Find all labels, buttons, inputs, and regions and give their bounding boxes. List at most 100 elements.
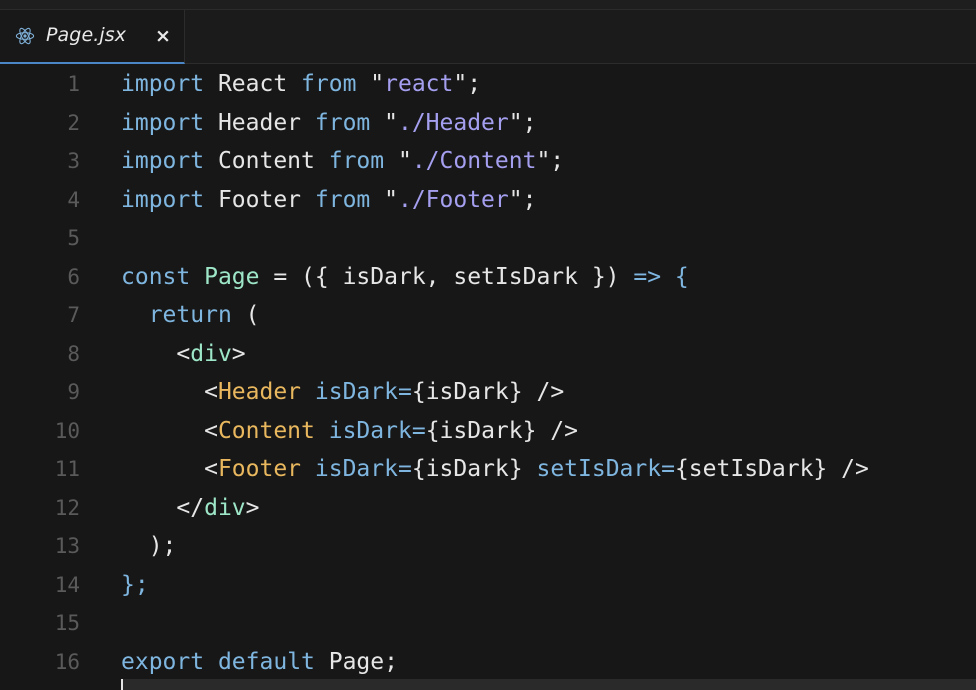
code-line[interactable]: 10 <Content isDark={isDark} /> (0, 412, 976, 450)
code-line[interactable]: 2 import Header from "./Header"; (0, 104, 976, 142)
code-token: "; (508, 186, 537, 213)
code-token: Header (204, 109, 315, 136)
code-token: " (384, 148, 412, 174)
code-token: Header (217, 379, 302, 405)
code-line[interactable]: 11 <Footer isDark={isDark} setIsDark={se… (0, 450, 976, 488)
code-token: "; (536, 148, 565, 174)
code-token: import (121, 186, 205, 213)
code-text: export default Page; (121, 643, 398, 681)
line-number: 13 (54, 534, 80, 558)
code-token: </ (121, 494, 205, 521)
code-text: import Content from "./Content"; (121, 142, 564, 180)
code-line[interactable]: 13 ); (0, 527, 976, 565)
code-token: > (231, 340, 246, 367)
code-token: = (397, 379, 412, 405)
code-token: "; (453, 71, 482, 97)
code-line[interactable]: 17 (0, 681, 976, 690)
code-text: }; (121, 566, 149, 604)
code-token: import (121, 148, 205, 174)
code-token: {isDark} (411, 456, 537, 482)
code-token: " (370, 186, 398, 213)
line-number: 16 (54, 649, 80, 674)
code-token: Content (217, 417, 315, 444)
code-line[interactable]: 5 (0, 219, 976, 257)
code-token: = (411, 417, 426, 444)
code-token: < (121, 417, 218, 444)
code-token: div (204, 494, 246, 521)
code-token: "; (508, 109, 537, 136)
line-number: 7 (67, 303, 80, 327)
code-line[interactable]: 7 return ( (0, 296, 976, 334)
code-line[interactable]: 15 (0, 604, 976, 642)
code-text: import Footer from "./Footer"; (121, 181, 536, 219)
code-token: div (190, 340, 232, 367)
code-token: ./Content (411, 148, 537, 174)
code-token: isDark (314, 379, 398, 405)
code-editor: Page.jsx × 1 import React from "react"; 2 i… (0, 0, 976, 690)
code-line[interactable]: 6 const Page = ({ isDark, setIsDark }) =>… (0, 258, 976, 296)
code-token: < (121, 456, 218, 482)
code-token: Footer (204, 186, 315, 213)
code-token: => { (633, 263, 689, 290)
react-icon (15, 26, 35, 46)
code-token: < (121, 340, 191, 367)
code-token: < (121, 379, 218, 405)
tab-label: Page.jsx (46, 24, 127, 46)
code-text: ); (121, 527, 177, 565)
code-text: </div> (121, 489, 260, 527)
code-line[interactable]: 14}; (0, 566, 976, 604)
line-number: 14 (54, 572, 80, 597)
code-token: ./Footer (397, 186, 509, 213)
code-text: <Content isDark={isDark} /> (121, 412, 578, 450)
tab-page-jsx[interactable]: Page.jsx × (0, 10, 185, 64)
tab-bar: Page.jsx × (0, 10, 976, 64)
code-token: ./Header (397, 109, 509, 136)
code-area[interactable]: 1 import React from "react"; 2 import Heade… (0, 65, 976, 690)
code-token: const (121, 263, 191, 290)
code-token: from (314, 109, 371, 136)
code-token: import (121, 71, 205, 97)
line-number: 17 (0, 681, 80, 690)
code-line[interactable]: 8 <div> (0, 335, 976, 373)
code-token: isDark (314, 456, 398, 482)
code-token: {isDark} /> (425, 417, 579, 444)
code-token: Page (204, 263, 260, 290)
code-token: import (121, 109, 205, 136)
code-token: Content (204, 148, 329, 174)
code-token: = ({ isDark, setIsDark }) (259, 263, 634, 290)
code-text: import React from "react"; (121, 65, 481, 103)
code-token: isDark (328, 417, 412, 444)
close-icon[interactable]: × (152, 25, 174, 47)
code-token: = (661, 456, 675, 482)
line-number: 4 (67, 187, 80, 212)
line-number: 6 (67, 264, 80, 289)
line-number: 2 (67, 110, 80, 135)
code-token: ( (231, 302, 260, 328)
code-token: ); (121, 533, 177, 559)
code-text: <Footer isDark={isDark} setIsDark={setIs… (121, 450, 869, 488)
code-token: React (204, 71, 302, 97)
line-number: 15 (54, 611, 80, 635)
code-token: = (397, 456, 412, 482)
code-token: > (245, 494, 260, 521)
line-number: 9 (67, 380, 80, 404)
code-text: <Header isDark={isDark} /> (121, 373, 564, 411)
code-line[interactable]: 9 <Header isDark={isDark} /> (0, 373, 976, 411)
code-line[interactable]: 4 import Footer from "./Footer"; (0, 181, 976, 219)
code-line[interactable]: 12 </div> (0, 489, 976, 527)
code-line[interactable]: 16 export default Page; (0, 643, 976, 681)
code-token: from (314, 186, 371, 213)
code-text: <div> (121, 335, 246, 373)
line-number: 1 (67, 72, 80, 96)
line-number: 3 (67, 149, 80, 173)
code-line[interactable]: 3 import Content from "./Content"; (0, 142, 976, 180)
code-token: Page; (314, 648, 398, 675)
code-text: return ( (121, 296, 260, 334)
code-token: {setIsDark} /> (674, 456, 869, 482)
code-line[interactable]: 1 import React from "react"; (0, 65, 976, 103)
code-token: return (148, 302, 232, 328)
